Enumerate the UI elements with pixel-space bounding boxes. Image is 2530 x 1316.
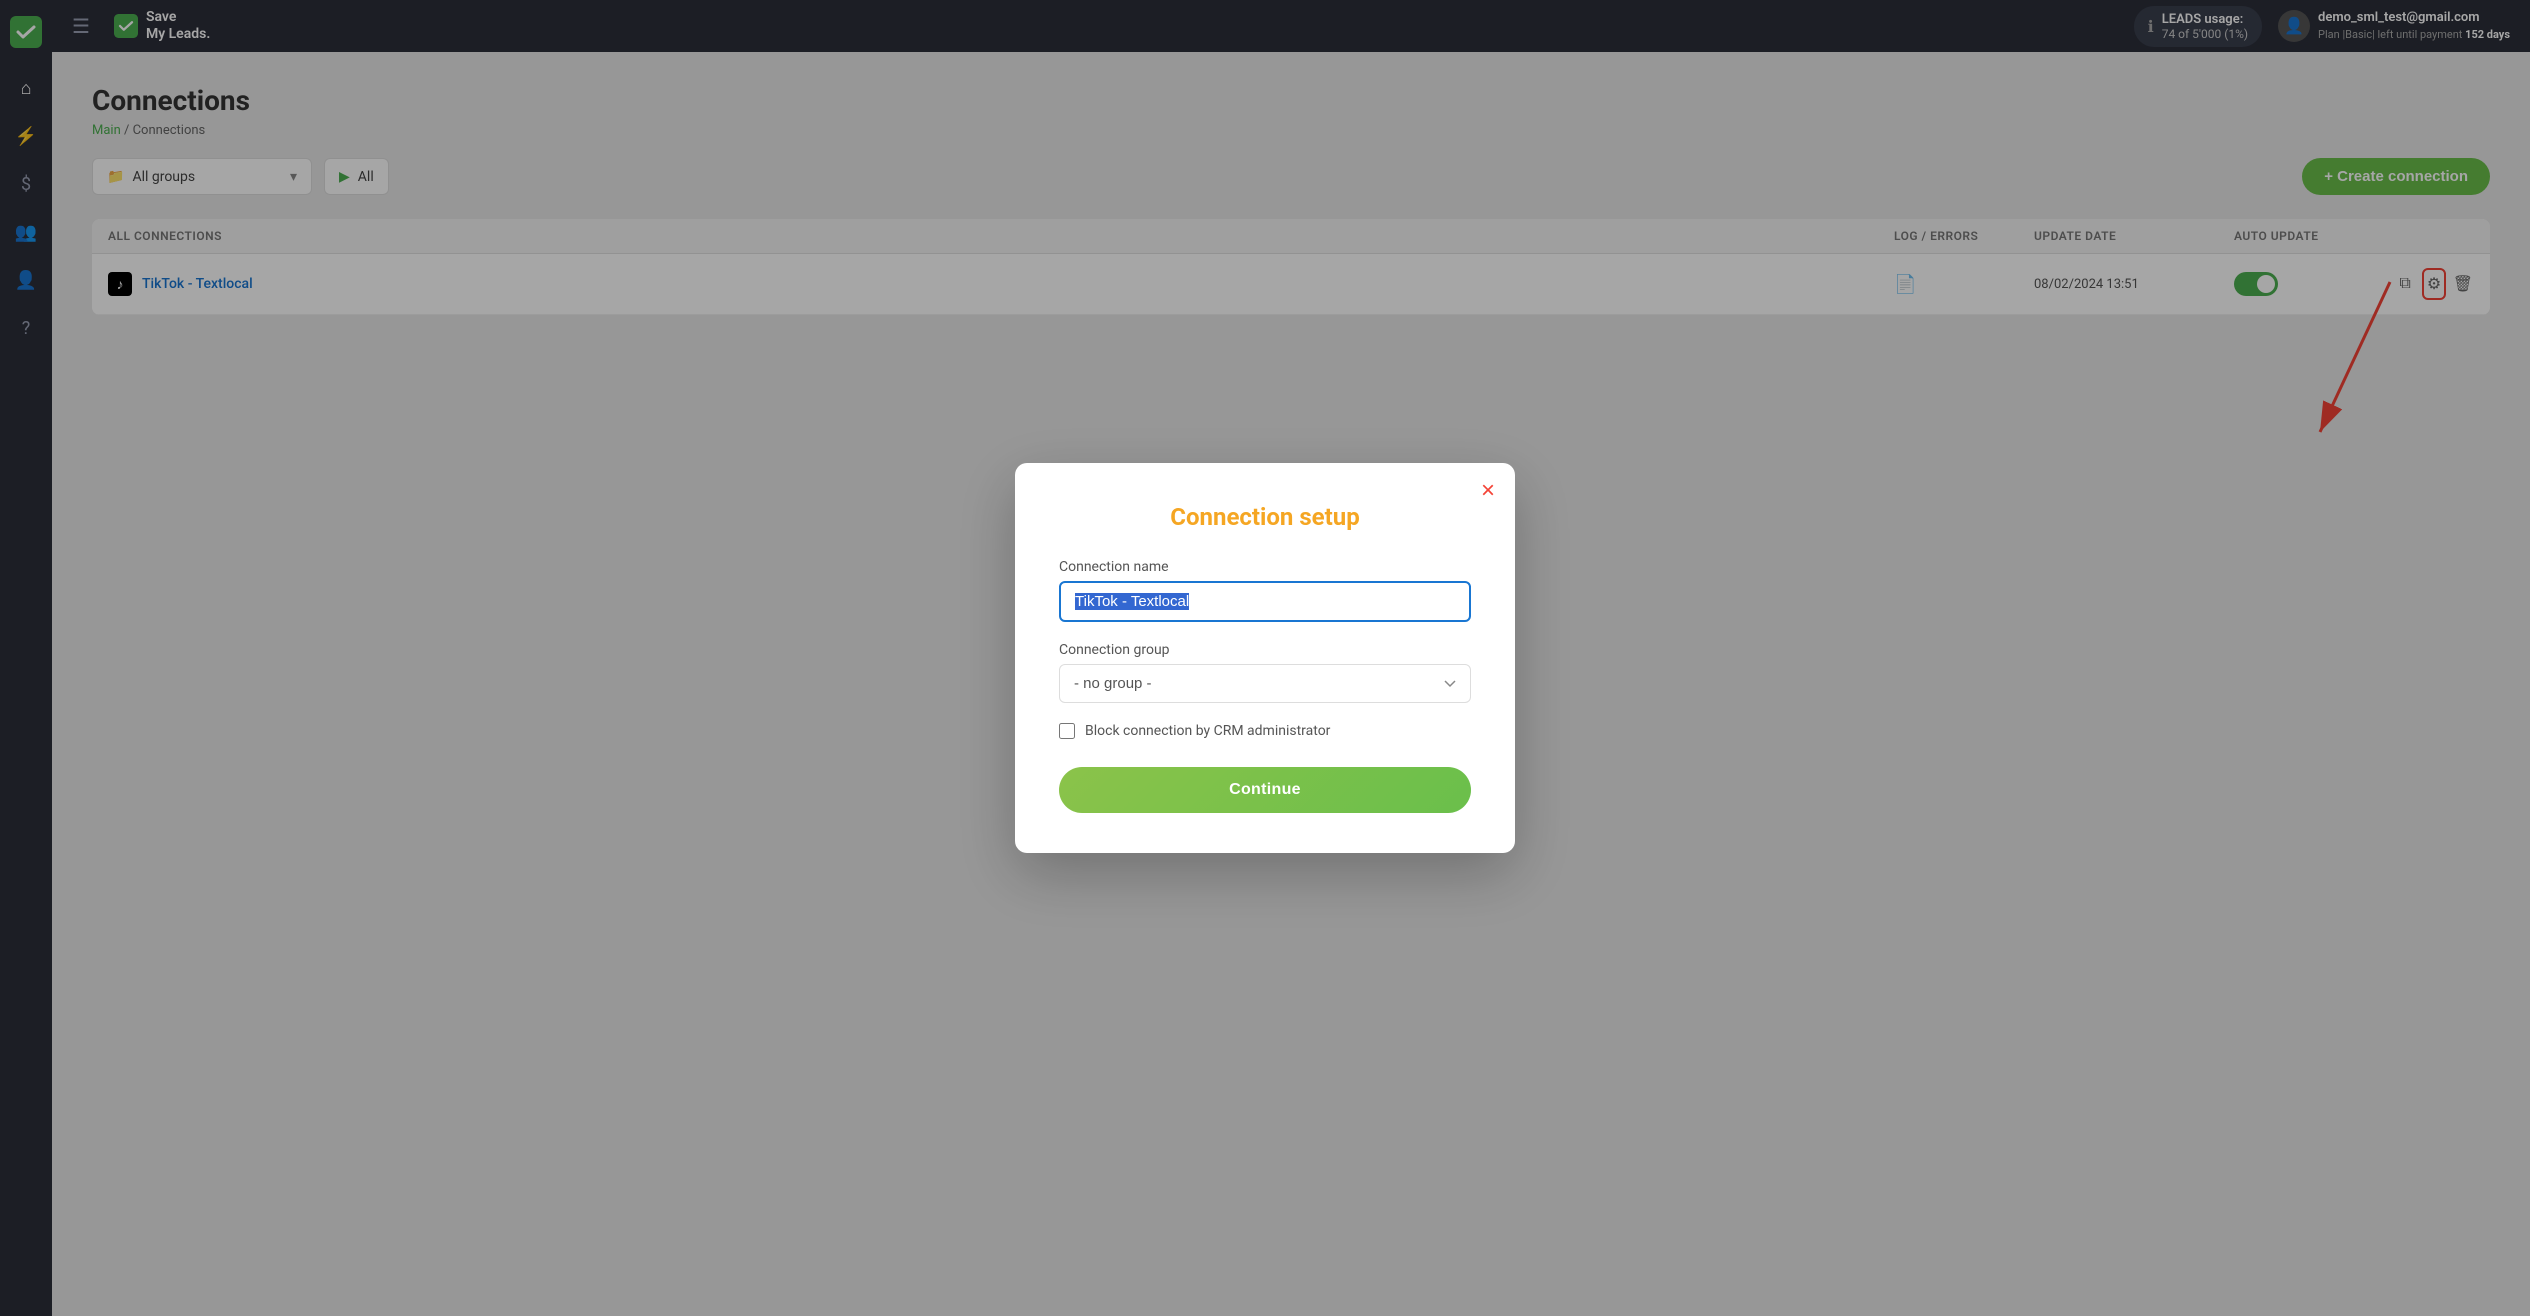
connection-setup-modal: × Connection setup Connection name Conne… [1015,463,1515,853]
connection-name-input[interactable] [1059,581,1471,622]
block-connection-row: Block connection by CRM administrator [1059,723,1471,739]
connection-group-select[interactable]: - no group - Group 1 Group 2 [1059,664,1471,703]
continue-button[interactable]: Continue [1059,767,1471,813]
connection-name-label: Connection name [1059,559,1471,575]
connection-group-form-group: Connection group - no group - Group 1 Gr… [1059,642,1471,703]
connection-name-group: Connection name [1059,559,1471,622]
modal-title: Connection setup [1059,503,1471,531]
modal-close-button[interactable]: × [1481,479,1495,503]
block-connection-label[interactable]: Block connection by CRM administrator [1085,723,1330,739]
modal-overlay[interactable]: × Connection setup Connection name Conne… [0,0,2530,1316]
block-connection-checkbox[interactable] [1059,723,1075,739]
connection-group-label: Connection group [1059,642,1471,658]
